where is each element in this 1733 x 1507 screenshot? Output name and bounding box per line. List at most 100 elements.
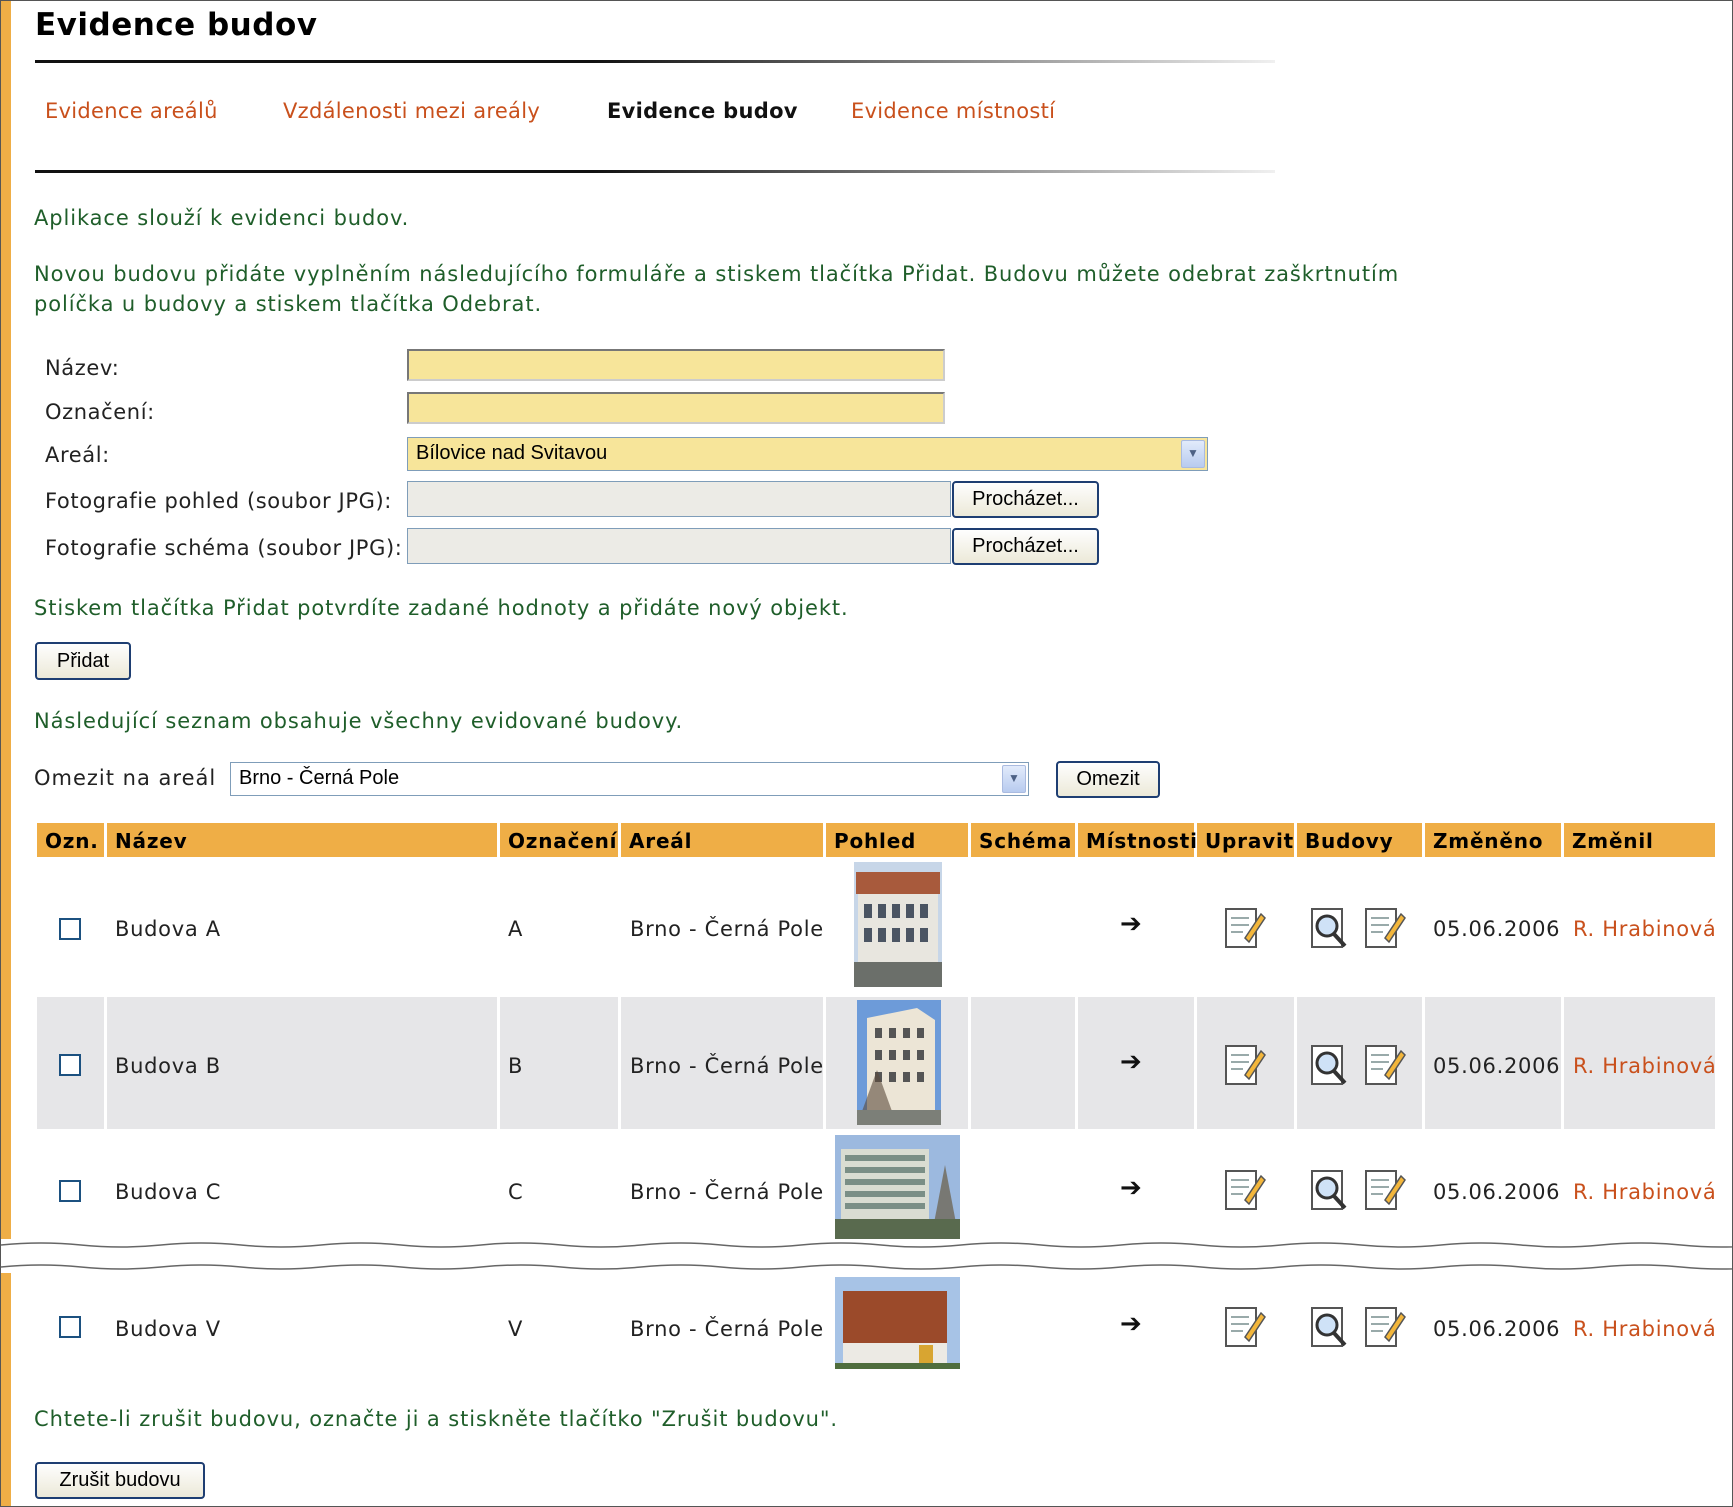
col-ozn: Ozn. <box>37 823 104 857</box>
list-intro: Následující seznam obsahuje všechny evid… <box>34 709 684 733</box>
nav-vzdalenosti[interactable]: Vzdálenosti mezi areály <box>283 99 540 123</box>
row-nazev: Budova B <box>115 1054 221 1078</box>
row-areal: Brno - Černá Pole <box>630 1180 824 1204</box>
row-oznaceni: C <box>508 1180 524 1204</box>
building-photo-thumbnail[interactable] <box>854 862 942 987</box>
left-accent-bar-lower <box>1 1273 11 1506</box>
foto-pohled-label: Fotografie pohled (soubor JPG): <box>45 489 392 513</box>
areal-label: Areál: <box>45 443 110 467</box>
intro-text: Aplikace slouží k evidenci budov. <box>34 206 410 230</box>
col-budovy: Budovy <box>1297 823 1422 857</box>
filter-label: Omezit na areál <box>34 766 217 790</box>
instructions-line2: políčka u budovy a stiskem tlačítka Odeb… <box>34 292 543 316</box>
row-oznaceni: V <box>508 1317 524 1341</box>
col-upravit: Upravit <box>1197 823 1294 857</box>
row-zmeneno: 05.06.2006 <box>1433 917 1561 941</box>
edit-note-icon[interactable] <box>1363 1166 1407 1212</box>
filter-select-value: Brno - Černá Pole <box>239 767 400 789</box>
magnifier-note-icon[interactable] <box>1309 904 1353 950</box>
delete-building-button[interactable]: Zrušit budovu <box>35 1462 205 1499</box>
row-divider <box>618 997 621 1129</box>
browse-schema-button[interactable]: Procházet... <box>952 528 1099 565</box>
col-zmenil: Změnil <box>1564 823 1715 857</box>
magnifier-note-icon[interactable] <box>1309 1303 1353 1349</box>
page-title: Evidence budov <box>35 7 318 43</box>
foto-pohled-file-input[interactable] <box>407 481 951 517</box>
row-checkbox[interactable] <box>59 1316 81 1338</box>
browse-pohled-button[interactable]: Procházet... <box>952 481 1099 518</box>
edit-note-icon[interactable] <box>1223 1041 1267 1087</box>
areal-select-value: Bílovice nad Svitavou <box>416 442 608 464</box>
row-nazev: Budova C <box>115 1180 222 1204</box>
foto-schema-file-input[interactable] <box>407 528 951 564</box>
add-button[interactable]: Přidat <box>35 642 131 680</box>
page-cut-separator <box>1 1239 1732 1273</box>
edit-note-icon[interactable] <box>1363 904 1407 950</box>
row-nazev: Budova V <box>115 1317 221 1341</box>
magnifier-note-icon[interactable] <box>1309 1166 1353 1212</box>
row-divider <box>1294 997 1297 1129</box>
arrow-right-icon[interactable]: ➔ <box>1120 1175 1142 1201</box>
row-areal: Brno - Černá Pole <box>630 1317 824 1341</box>
edit-note-icon[interactable] <box>1223 904 1267 950</box>
magnifier-note-icon[interactable] <box>1309 1041 1353 1087</box>
building-photo-thumbnail[interactable] <box>857 1000 941 1125</box>
filter-areal-select[interactable]: Brno - Černá Pole ▼ <box>230 762 1029 796</box>
arrow-right-icon[interactable]: ➔ <box>1120 911 1142 937</box>
row-oznaceni: B <box>508 1054 524 1078</box>
building-photo-thumbnail[interactable] <box>835 1135 960 1239</box>
row-divider <box>1422 997 1425 1129</box>
row-areal: Brno - Černá Pole <box>630 917 824 941</box>
nazev-label: Název: <box>45 356 120 380</box>
chevron-down-icon[interactable]: ▼ <box>1002 765 1026 793</box>
chevron-down-icon[interactable]: ▼ <box>1181 440 1205 468</box>
row-divider <box>968 997 971 1129</box>
foto-schema-label: Fotografie schéma (soubor JPG): <box>45 536 403 560</box>
row-zmeneno: 05.06.2006 <box>1433 1054 1561 1078</box>
oznaceni-label: Označení: <box>45 400 155 424</box>
row-zmenil-link[interactable]: R. Hrabinová <box>1573 917 1717 941</box>
row-zmenil-link[interactable]: R. Hrabinová <box>1573 1180 1717 1204</box>
edit-note-icon[interactable] <box>1223 1303 1267 1349</box>
row-divider <box>1561 997 1564 1129</box>
instructions-line1: Novou budovu přidáte vyplněním následují… <box>34 262 1400 286</box>
page-frame: Evidence budov Evidence areálů Vzdálenos… <box>0 0 1733 1507</box>
row-divider <box>1075 997 1078 1129</box>
nav-evidence-mistnosti[interactable]: Evidence místností <box>851 99 1055 123</box>
row-divider <box>497 997 500 1129</box>
edit-note-icon[interactable] <box>1363 1303 1407 1349</box>
col-pohled: Pohled <box>826 823 968 857</box>
arrow-right-icon[interactable]: ➔ <box>1120 1049 1142 1075</box>
row-zmeneno: 05.06.2006 <box>1433 1317 1561 1341</box>
row-zmeneno: 05.06.2006 <box>1433 1180 1561 1204</box>
row-divider <box>104 997 107 1129</box>
building-photo-thumbnail[interactable] <box>835 1277 960 1369</box>
nav-evidence-budov[interactable]: Evidence budov <box>607 99 798 123</box>
add-hint: Stiskem tlačítka Přidat potvrdíte zadané… <box>34 596 849 620</box>
row-zmenil-link[interactable]: R. Hrabinová <box>1573 1054 1717 1078</box>
row-areal: Brno - Černá Pole <box>630 1054 824 1078</box>
title-rule <box>35 60 1275 63</box>
col-areal: Areál <box>621 823 823 857</box>
row-checkbox[interactable] <box>59 918 81 940</box>
col-oznaceni: Označení <box>500 823 618 857</box>
col-schema: Schéma <box>971 823 1075 857</box>
col-nazev: Název <box>107 823 497 857</box>
filter-button[interactable]: Omezit <box>1056 761 1160 798</box>
row-checkbox[interactable] <box>59 1054 81 1076</box>
arrow-right-icon[interactable]: ➔ <box>1120 1311 1142 1337</box>
areal-select[interactable]: Bílovice nad Svitavou ▼ <box>407 437 1208 471</box>
col-zmeneno: Změněno <box>1425 823 1561 857</box>
nav-rule <box>35 170 1275 173</box>
row-checkbox[interactable] <box>59 1180 81 1202</box>
nav-evidence-arealu[interactable]: Evidence areálů <box>45 99 218 123</box>
nazev-input[interactable] <box>407 349 945 381</box>
row-zmenil-link[interactable]: R. Hrabinová <box>1573 1317 1717 1341</box>
left-accent-bar <box>1 1 11 1239</box>
edit-note-icon[interactable] <box>1223 1166 1267 1212</box>
oznaceni-input[interactable] <box>407 392 945 424</box>
edit-note-icon[interactable] <box>1363 1041 1407 1087</box>
row-nazev: Budova A <box>115 917 221 941</box>
delete-hint: Chtete-li zrušit budovu, označte ji a st… <box>34 1407 838 1431</box>
row-oznaceni: A <box>508 917 524 941</box>
